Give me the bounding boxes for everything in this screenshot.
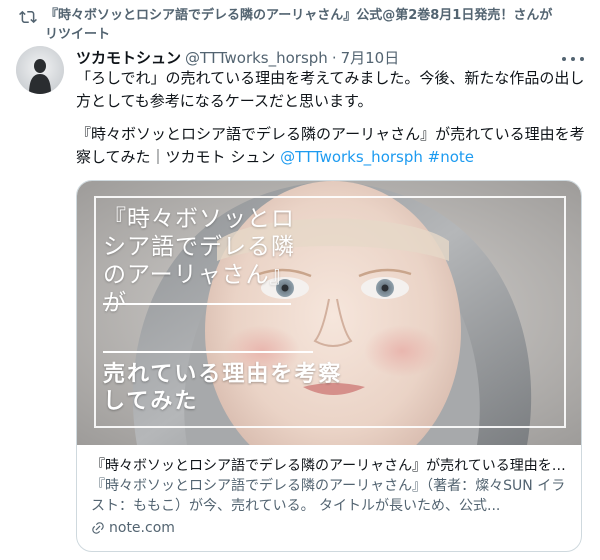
card-meta[interactable]: 『時々ボソッとロシア語でデレる隣のアーリャさん』が売れている理由を考察してみた … <box>77 445 581 551</box>
card-image[interactable]: 『時々ボソッとロシア語でデレる隣のアーリャさん』が 売れている理由を考察してみた <box>77 181 581 445</box>
hashtag-link[interactable]: #note <box>428 148 474 166</box>
overlay-divider <box>103 351 313 353</box>
card-title[interactable]: 『時々ボソッとロシア語でデレる隣のアーリャさん』が売れている理由を考察してみた <box>91 456 569 476</box>
card-domain-text[interactable]: note.com <box>109 518 175 538</box>
avatar[interactable] <box>16 46 64 94</box>
card-overlay-subtitle: 売れている理由を考察してみた <box>103 361 343 414</box>
retweet-label[interactable]: 『時々ボソッとロシア語でデレる隣のアーリャさん』公式@第2巻8月1日発売！さんが… <box>45 6 565 44</box>
tweet-paragraph: 『時々ボソッとロシア語でデレる隣のアーリャさん』が売れている理由を考察してみた｜… <box>76 123 586 169</box>
tweet-date[interactable]: 7月10日 <box>341 47 400 68</box>
link-card[interactable]: 『時々ボソッとロシア語でデレる隣のアーリャさん』が 売れている理由を考察してみた… <box>76 180 582 552</box>
card-domain[interactable]: note.com <box>91 518 569 538</box>
tweet-text: 「ろしでれ」の売れている理由を考えてみました。今後、新たな作品の出し方としても参… <box>76 67 586 169</box>
tweet[interactable]: 『時々ボソッとロシア語でデレる隣のアーリャさん』公式@第2巻8月1日発売！さんが… <box>0 0 600 560</box>
retweet-icon <box>19 10 37 24</box>
more-icon[interactable] <box>562 52 584 66</box>
tweet-header: ツカモトシュン @TTTworks_horsph · 7月10日 <box>76 47 399 68</box>
separator-dot: · <box>331 48 337 67</box>
link-icon <box>92 522 104 534</box>
overlay-divider <box>103 303 291 305</box>
mention-link[interactable]: @TTTworks_horsph <box>280 148 423 166</box>
card-description: 『時々ボソッとロシア語でデレる隣のアーリャさん』（著者：燦々SUN イラスト：も… <box>91 478 566 514</box>
tweet-paragraph: 「ろしでれ」の売れている理由を考えてみました。今後、新たな作品の出し方としても参… <box>76 69 585 110</box>
user-handle[interactable]: @TTTworks_horsph <box>185 49 328 67</box>
display-name[interactable]: ツカモトシュン <box>76 47 181 68</box>
retweet-context: 『時々ボソッとロシア語でデレる隣のアーリャさん』公式@第2巻8月1日発売！さんが… <box>19 6 595 44</box>
card-overlay-title: 『時々ボソッとロシア語でデレる隣のアーリャさん』が <box>103 206 295 316</box>
